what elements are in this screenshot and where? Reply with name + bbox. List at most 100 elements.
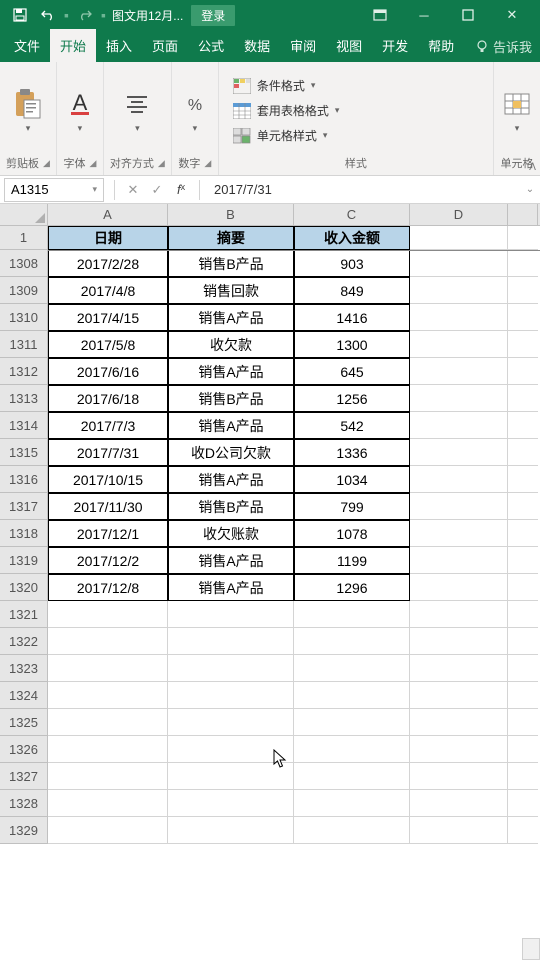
row-header[interactable]: 1308 <box>0 250 48 277</box>
col-header-c[interactable]: C <box>294 204 410 225</box>
maximize-button[interactable] <box>446 0 490 30</box>
cell[interactable]: 2017/6/16 <box>48 358 168 385</box>
tab-dev[interactable]: 开发 <box>372 29 418 62</box>
formula-value[interactable]: 2017/7/31 <box>206 182 520 197</box>
cancel-formula-button[interactable]: ✕ <box>121 182 145 198</box>
cell[interactable]: 收欠款 <box>168 331 294 358</box>
cell[interactable]: 1336 <box>294 439 410 466</box>
cell[interactable] <box>168 763 294 790</box>
cell[interactable] <box>48 790 168 817</box>
cell[interactable] <box>508 331 538 358</box>
cell[interactable] <box>508 493 538 520</box>
cell[interactable]: 1034 <box>294 466 410 493</box>
cell[interactable] <box>48 817 168 844</box>
cell[interactable]: 销售A产品 <box>168 304 294 331</box>
cell[interactable] <box>508 412 538 439</box>
row-header[interactable]: 1321 <box>0 601 48 628</box>
minimize-button[interactable]: ─ <box>402 0 446 30</box>
cell[interactable]: 645 <box>294 358 410 385</box>
cell[interactable] <box>48 709 168 736</box>
cell[interactable]: 2017/4/15 <box>48 304 168 331</box>
name-box[interactable]: A1315 ▾ <box>4 178 104 202</box>
cell[interactable] <box>294 655 410 682</box>
cell[interactable]: 1416 <box>294 304 410 331</box>
cell[interactable] <box>410 304 508 331</box>
cell[interactable]: 2017/12/8 <box>48 574 168 601</box>
cell[interactable]: 2017/10/15 <box>48 466 168 493</box>
cell[interactable] <box>168 817 294 844</box>
cell[interactable]: 销售B产品 <box>168 385 294 412</box>
tab-review[interactable]: 审阅 <box>280 29 326 62</box>
cell[interactable] <box>410 439 508 466</box>
clipboard-launcher[interactable]: ◢ <box>43 158 50 169</box>
cell[interactable] <box>410 493 508 520</box>
cell[interactable] <box>168 736 294 763</box>
col-header-extra[interactable] <box>508 204 538 225</box>
font-icon[interactable]: A <box>63 87 97 121</box>
cell[interactable] <box>508 655 538 682</box>
cell[interactable] <box>508 736 538 763</box>
cell[interactable] <box>508 250 538 277</box>
cell[interactable] <box>48 763 168 790</box>
cell[interactable] <box>410 466 508 493</box>
cell[interactable] <box>410 331 508 358</box>
cell[interactable] <box>410 574 508 601</box>
cell[interactable] <box>508 520 538 547</box>
cell[interactable] <box>48 655 168 682</box>
cell[interactable] <box>410 385 508 412</box>
cell[interactable] <box>168 709 294 736</box>
cell[interactable] <box>508 466 538 493</box>
collapse-ribbon-button[interactable]: ᐱ <box>529 162 536 173</box>
redo-button[interactable] <box>71 2 99 28</box>
row-header[interactable]: 1319 <box>0 547 48 574</box>
conditional-format-button[interactable]: 条件格式▾ <box>233 75 340 96</box>
cell[interactable] <box>410 358 508 385</box>
cell[interactable] <box>410 763 508 790</box>
cells-icon[interactable] <box>500 87 534 121</box>
align-icon[interactable] <box>120 87 154 121</box>
cell[interactable]: 收D公司欠款 <box>168 439 294 466</box>
cell[interactable]: 2017/6/18 <box>48 385 168 412</box>
tell-me[interactable]: 告诉我 <box>471 37 540 62</box>
cell[interactable]: 2017/7/3 <box>48 412 168 439</box>
number-icon[interactable]: % <box>178 87 212 121</box>
cell[interactable] <box>508 817 538 844</box>
cell[interactable]: 799 <box>294 493 410 520</box>
enter-formula-button[interactable]: ✓ <box>145 182 169 198</box>
row-header[interactable]: 1318 <box>0 520 48 547</box>
cell[interactable] <box>508 628 538 655</box>
cell[interactable] <box>48 736 168 763</box>
tab-file[interactable]: 文件 <box>4 29 50 62</box>
cell[interactable] <box>508 763 538 790</box>
tab-view[interactable]: 视图 <box>326 29 372 62</box>
cells-dropdown[interactable]: ▾ <box>515 123 520 134</box>
cell[interactable]: 日期 <box>48 226 168 250</box>
cell[interactable] <box>508 682 538 709</box>
cell[interactable] <box>48 601 168 628</box>
row-header[interactable]: 1323 <box>0 655 48 682</box>
cell[interactable] <box>508 790 538 817</box>
cell[interactable] <box>410 277 508 304</box>
tab-help[interactable]: 帮助 <box>418 29 464 62</box>
row-header[interactable]: 1315 <box>0 439 48 466</box>
cell[interactable] <box>508 574 538 601</box>
cell[interactable] <box>294 763 410 790</box>
col-header-b[interactable]: B <box>168 204 294 225</box>
row-header[interactable]: 1327 <box>0 763 48 790</box>
col-header-a[interactable]: A <box>48 204 168 225</box>
cell[interactable] <box>410 736 508 763</box>
align-dropdown[interactable]: ▾ <box>135 123 140 134</box>
cell[interactable]: 销售A产品 <box>168 358 294 385</box>
fx-button[interactable]: fx <box>169 182 193 197</box>
cell[interactable]: 摘要 <box>168 226 294 250</box>
cell[interactable]: 903 <box>294 250 410 277</box>
cell[interactable] <box>410 520 508 547</box>
cell[interactable] <box>410 709 508 736</box>
row-header[interactable]: 1311 <box>0 331 48 358</box>
cell[interactable]: 2017/12/1 <box>48 520 168 547</box>
cell[interactable] <box>410 226 508 250</box>
row-header[interactable]: 1312 <box>0 358 48 385</box>
cell[interactable] <box>294 628 410 655</box>
cell[interactable] <box>294 736 410 763</box>
row-header[interactable]: 1322 <box>0 628 48 655</box>
